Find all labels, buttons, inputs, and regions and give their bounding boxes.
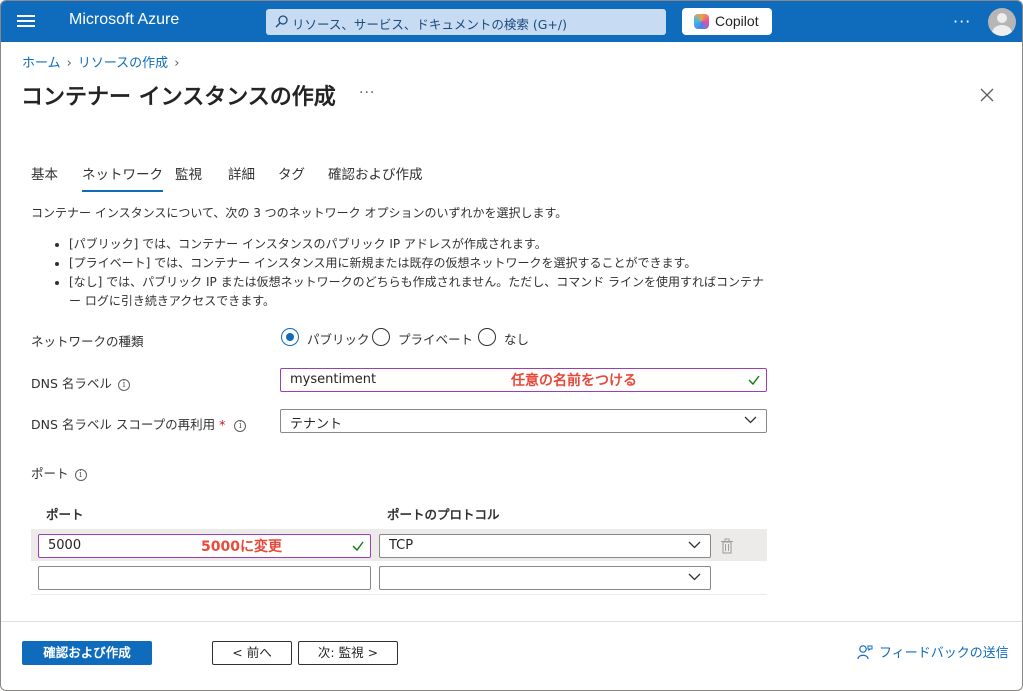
port-input-empty[interactable]: [38, 566, 371, 590]
dns-scope-text: DNS 名ラベル スコープの再利用: [31, 417, 216, 432]
feedback-person-icon: [857, 645, 873, 660]
breadcrumb: ホーム › リソースの作成 ›: [22, 52, 185, 71]
info-icon[interactable]: i: [234, 420, 247, 432]
divider: [31, 594, 767, 595]
column-header-port: ポート: [46, 507, 84, 522]
ports-label-text: ポート: [31, 466, 69, 481]
search-icon: [275, 15, 288, 28]
network-type-label: ネットワークの種類: [31, 334, 144, 349]
tab-networking[interactable]: ネットワーク: [82, 163, 163, 192]
breadcrumb-home[interactable]: ホーム: [22, 56, 61, 71]
chevron-down-icon: [688, 541, 701, 549]
info-icon[interactable]: i: [117, 379, 130, 391]
ports-section-label: ポート i: [31, 463, 87, 482]
brand-title[interactable]: Microsoft Azure: [69, 11, 179, 29]
chevron-right-icon: ›: [174, 56, 180, 71]
dns-label-value: mysentiment: [290, 372, 377, 387]
title-more-icon[interactable]: ···: [359, 85, 375, 101]
feedback-label: フィードバックの送信: [879, 646, 1009, 661]
close-icon[interactable]: [978, 86, 996, 104]
search-placeholder: リソース、サービス、ドキュメントの検索 (G+/): [292, 17, 567, 32]
dns-scope-value: テナント: [290, 417, 343, 432]
chevron-right-icon: ›: [66, 56, 72, 71]
dns-label-text: DNS 名ラベル: [31, 376, 112, 391]
previous-button[interactable]: < 前へ: [212, 641, 292, 665]
protocol-select[interactable]: TCP: [379, 534, 711, 558]
feedback-link[interactable]: フィードバックの送信: [857, 642, 1009, 661]
copilot-button[interactable]: Copilot: [682, 8, 772, 35]
annotation-dns-name: 任意の名前をつける: [511, 373, 637, 389]
chevron-down-icon: [744, 416, 757, 424]
radio-label: プライベート: [398, 332, 474, 347]
radio-label: パブリック: [307, 332, 370, 347]
tab-review-create[interactable]: 確認および作成: [328, 163, 423, 183]
list-item: [なし] では、パブリック IP または仮想ネットワークのどちらも作成されません…: [51, 273, 771, 311]
radio-circle: [372, 328, 390, 346]
dns-scope-label: DNS 名ラベル スコープの再利用 * i: [31, 414, 247, 433]
port-value: 5000: [48, 538, 82, 553]
tab-advanced[interactable]: 詳細: [228, 163, 255, 183]
checkmark-icon: [748, 375, 760, 386]
protocol-select-empty[interactable]: [379, 566, 711, 590]
dns-scope-select[interactable]: テナント: [280, 409, 767, 433]
copilot-icon: [694, 14, 709, 29]
radio-circle: [478, 328, 496, 346]
portal-window: Microsoft Azure リソース、サービス、ドキュメントの検索 (G+/…: [0, 0, 1023, 691]
required-asterisk: *: [219, 417, 226, 432]
info-icon[interactable]: i: [74, 469, 87, 481]
trash-icon[interactable]: [720, 538, 734, 554]
annotation-port: 5000に変更: [201, 539, 282, 555]
radio-circle: [281, 328, 299, 346]
network-options-list: [パブリック] では、コンテナー インスタンスのパブリック IP アドレスが作成…: [51, 235, 771, 311]
global-search-input[interactable]: リソース、サービス、ドキュメントの検索 (G+/): [266, 9, 666, 35]
tab-tags[interactable]: タグ: [278, 163, 305, 183]
hamburger-menu-icon[interactable]: [15, 12, 37, 32]
avatar[interactable]: [988, 8, 1016, 36]
list-item: [プライベート] では、コンテナー インスタンス用に新規または既存の仮想ネットワ…: [51, 254, 771, 273]
column-header-protocol: ポートのプロトコル: [387, 507, 500, 522]
dns-label-label: DNS 名ラベル i: [31, 373, 130, 392]
list-item: [パブリック] では、コンテナー インスタンスのパブリック IP アドレスが作成…: [51, 235, 771, 254]
more-options-icon[interactable]: ···: [953, 12, 971, 31]
top-bar: Microsoft Azure リソース、サービス、ドキュメントの検索 (G+/…: [1, 1, 1022, 42]
checkmark-icon: [352, 541, 364, 552]
tab-basics[interactable]: 基本: [31, 163, 58, 183]
copilot-label: Copilot: [715, 13, 759, 29]
protocol-value: TCP: [389, 538, 414, 553]
next-monitoring-button[interactable]: 次: 監視 >: [298, 641, 398, 665]
intro-text: コンテナー インスタンスについて、次の 3 つのネットワーク オプションのいずれ…: [31, 206, 568, 220]
review-create-button[interactable]: 確認および作成: [22, 641, 152, 665]
chevron-down-icon: [688, 573, 701, 581]
breadcrumb-create-resource[interactable]: リソースの作成: [78, 56, 168, 71]
page-title: コンテナー インスタンスの作成: [21, 85, 336, 110]
radio-label: なし: [504, 332, 530, 347]
tab-monitoring[interactable]: 監視: [175, 163, 202, 183]
divider: [1, 621, 1022, 622]
